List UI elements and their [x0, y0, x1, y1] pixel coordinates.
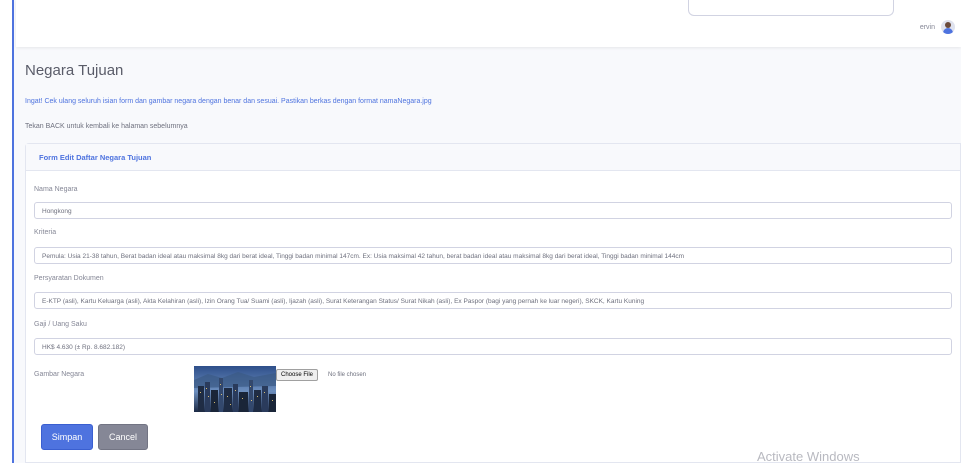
avatar-body — [943, 28, 953, 34]
avatar[interactable] — [941, 20, 955, 34]
cancel-button[interactable]: Cancel — [98, 424, 148, 450]
gambar-negara-label: Gambar Negara — [34, 371, 85, 378]
card-header: Form Edit Daftar Negara Tujuan — [26, 144, 960, 171]
dokumen-label: Persyaratan Dokumen — [34, 275, 104, 282]
page-title: Negara Tujuan — [25, 62, 124, 79]
file-status-text: No file chosen — [328, 372, 367, 378]
search-input[interactable] — [688, 0, 894, 16]
edit-form-card: Form Edit Daftar Negara Tujuan Nama Nega… — [25, 143, 961, 463]
choose-file-button[interactable]: Choose File — [276, 369, 319, 381]
back-hint-text: Tekan BACK untuk kembali ke halaman sebe… — [25, 123, 188, 130]
nama-negara-label: Nama Negara — [34, 186, 78, 193]
dokumen-input[interactable]: E-KTP (asli), Kartu Keluarga (asli), Akt… — [34, 292, 952, 309]
save-button[interactable]: Simpan — [41, 424, 93, 450]
kriteria-label: Kriteria — [34, 229, 57, 236]
country-image-preview — [194, 366, 276, 412]
nama-negara-input[interactable]: Hongkong — [34, 202, 952, 219]
topbar: ervin — [16, 0, 961, 47]
kriteria-input[interactable]: Pemula: Usia 21-38 tahun, Berat badan id… — [34, 247, 952, 264]
activate-windows-watermark: Activate Windows — [757, 449, 860, 463]
gaji-input[interactable]: HK$ 4.630 (± Rp. 8.682.182) — [34, 338, 952, 355]
gaji-label: Gaji / Uang Saku — [34, 321, 87, 328]
sidebar-edge — [0, 0, 14, 463]
notice-text: Ingat! Cek ulang seluruh isian form dan … — [25, 98, 432, 105]
user-name[interactable]: ervin — [920, 24, 935, 31]
city-skyline-image — [194, 366, 276, 412]
